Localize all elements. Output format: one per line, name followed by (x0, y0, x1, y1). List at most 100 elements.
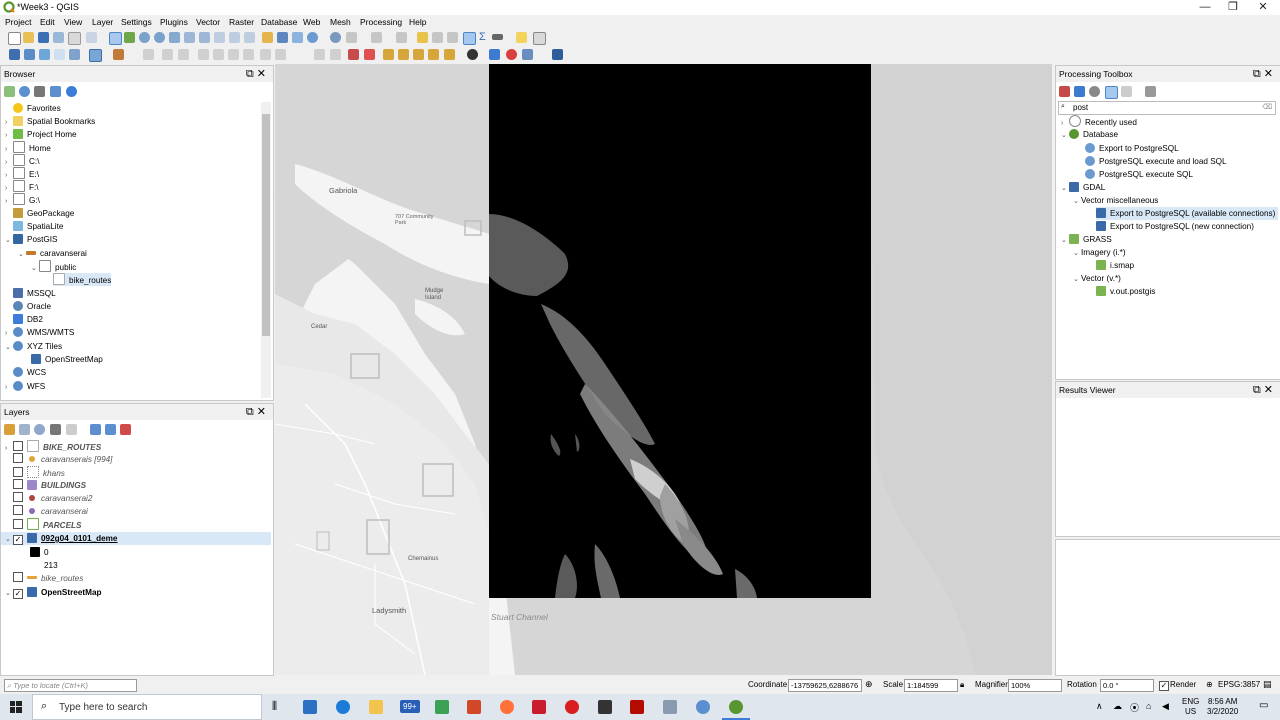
show-hide-labels-icon[interactable] (348, 49, 359, 60)
layer-bike-routes[interactable]: bike_routes (5, 572, 83, 585)
toolbox-database[interactable]: ⌄ Database (1061, 128, 1118, 141)
cut-icon[interactable] (213, 49, 224, 60)
layer-parcels[interactable]: PARCELS (5, 518, 82, 531)
firefox-icon[interactable] (500, 700, 514, 714)
browser-item-db2[interactable]: DB2 (5, 313, 43, 326)
app-window-icon[interactable] (663, 700, 677, 714)
bookmark-toolbar-icon[interactable] (277, 32, 288, 43)
label-tool-icon[interactable] (314, 49, 325, 60)
browser-item-spatial-bookmarks[interactable]: › Spatial Bookmarks (5, 115, 95, 128)
toolbox-vector-misc[interactable]: ⌄ Vector miscellaneous (1073, 194, 1158, 207)
layer-checkbox[interactable] (13, 467, 23, 477)
redo-icon[interactable] (275, 49, 286, 60)
options-icon[interactable] (1145, 86, 1156, 97)
edge-browser-icon[interactable] (336, 700, 350, 714)
layer-checkbox[interactable] (13, 492, 23, 502)
taskbar-search-box[interactable]: ⌕ Type here to search (32, 694, 262, 720)
filter-icon[interactable] (34, 86, 45, 97)
clear-search-icon[interactable]: ⌫ (1262, 103, 1272, 111)
processing-toolbox-icon[interactable] (463, 32, 476, 45)
toolbox-export-postgresql-available[interactable]: Export to PostgreSQL (available connecti… (1096, 207, 1278, 220)
menu-vector[interactable]: Vector (196, 17, 220, 27)
toolbox-gdal[interactable]: ⌄ GDAL (1061, 181, 1105, 194)
browser-item-oracle[interactable]: Oracle (5, 300, 51, 313)
layer-caravanserai2[interactable]: caravanserai2 (5, 492, 92, 505)
grass-tools-icon[interactable] (552, 49, 563, 60)
gps-icon[interactable] (467, 49, 478, 60)
tray-cloud-icon[interactable]: ☁ (1113, 701, 1122, 712)
browser-item-mssql[interactable]: MSSQL (5, 287, 56, 300)
browser-item-e-drive[interactable]: › E:\ (5, 167, 39, 180)
messages-icon[interactable]: ▤ (1263, 679, 1272, 690)
toolbox-postgresql-execute-load[interactable]: PostgreSQL execute and load SQL (1085, 155, 1227, 168)
filter-legend-icon[interactable] (50, 424, 61, 435)
vertex-tool-icon[interactable] (178, 49, 189, 60)
annotation-icon[interactable] (516, 32, 527, 43)
crs-label[interactable]: EPSG:3857 (1218, 680, 1260, 689)
delete-selected-icon[interactable] (198, 49, 209, 60)
move-label-icon[interactable] (383, 49, 394, 60)
zoom-full-icon[interactable] (169, 32, 180, 43)
clock-time[interactable]: 8:56 AM (1208, 697, 1237, 706)
menu-plugins[interactable]: Plugins (160, 17, 188, 27)
menu-settings[interactable]: Settings (121, 17, 152, 27)
browser-item-favorites[interactable]: Favorites (5, 102, 61, 115)
render-checkbox[interactable]: ✓ (1159, 681, 1169, 691)
menu-project[interactable]: Project (5, 17, 31, 27)
label-properties-icon[interactable] (444, 49, 455, 60)
deselect-icon[interactable] (417, 32, 428, 43)
collapse-all-icon[interactable] (50, 86, 61, 97)
virtual-layer-icon[interactable] (89, 49, 102, 62)
label-highlight-icon[interactable] (364, 49, 375, 60)
action-icon[interactable] (346, 32, 357, 43)
add-group-icon[interactable] (19, 424, 30, 435)
toolbox-search-box[interactable]: ⌕ post ⌫ (1058, 101, 1276, 115)
toolbox-grass[interactable]: ⌄ GRASS (1061, 233, 1112, 246)
properties-icon[interactable] (66, 86, 77, 97)
db-manager-icon[interactable] (522, 49, 533, 60)
collapse-all-icon[interactable] (105, 424, 116, 435)
panel-float-close-icon[interactable]: ⧉✕ (1253, 67, 1276, 81)
browser-item-wfs[interactable]: › WFS (5, 380, 45, 393)
add-feature-icon[interactable] (162, 49, 173, 60)
style-manager-icon[interactable] (86, 32, 97, 43)
terminal-icon[interactable] (598, 700, 612, 714)
scale-field[interactable]: 1:184599 (904, 679, 958, 692)
toolbox-export-postgresql-new[interactable]: Export to PostgreSQL (new connection) (1096, 220, 1254, 233)
r-icon[interactable] (696, 700, 710, 714)
menu-database[interactable]: Database (261, 17, 297, 27)
coordinate-capture-icon[interactable] (506, 49, 517, 60)
layer-buildings[interactable]: BUILDINGS (5, 479, 86, 492)
layer-khans[interactable]: khans (5, 466, 65, 479)
show-bookmarks-icon[interactable] (292, 32, 303, 43)
browser-item-bike-routes[interactable]: bike_routes (53, 273, 112, 286)
browser-item-f-drive[interactable]: › F:\ (5, 180, 39, 193)
panel-float-close-icon[interactable]: ⧉✕ (246, 405, 269, 419)
refresh-icon[interactable] (307, 32, 318, 43)
map-canvas[interactable]: Gabriola 707 Community Park Mudge Island… (275, 64, 1052, 675)
menu-help[interactable]: Help (409, 17, 426, 27)
tray-chevron-icon[interactable]: ∧ (1096, 701, 1103, 712)
text-annotation-icon[interactable] (533, 32, 546, 45)
zoom-selection-icon[interactable] (184, 32, 195, 43)
layer-openstreetmap[interactable]: ⌄ ✓ OpenStreetMap (5, 586, 102, 599)
powerpoint-icon[interactable] (467, 700, 481, 714)
crs-globe-icon[interactable]: ⊕ (1206, 680, 1213, 689)
pin-label-icon[interactable] (330, 49, 341, 60)
zoom-in-icon[interactable] (139, 32, 150, 43)
toolbox-imagery[interactable]: ⌄ Imagery (i.*) (1073, 246, 1126, 259)
add-selected-layers-icon[interactable] (4, 86, 15, 97)
paste-icon[interactable] (243, 49, 254, 60)
change-label-icon[interactable] (413, 49, 424, 60)
history-icon[interactable] (1089, 86, 1100, 97)
zoom-out-icon[interactable] (154, 32, 165, 43)
layer-checkbox[interactable] (13, 519, 23, 529)
menu-web[interactable]: Web (303, 17, 320, 27)
file-explorer-icon[interactable] (369, 700, 383, 714)
select-features-icon[interactable] (371, 32, 382, 43)
toolbox-export-postgresql[interactable]: Export to PostgreSQL (1085, 142, 1179, 155)
lock-icon[interactable]: 🔒︎ (960, 680, 964, 690)
layer-checkbox[interactable] (13, 505, 23, 515)
magnifier-field[interactable]: 100% (1008, 679, 1062, 692)
models-icon[interactable] (1059, 86, 1070, 97)
